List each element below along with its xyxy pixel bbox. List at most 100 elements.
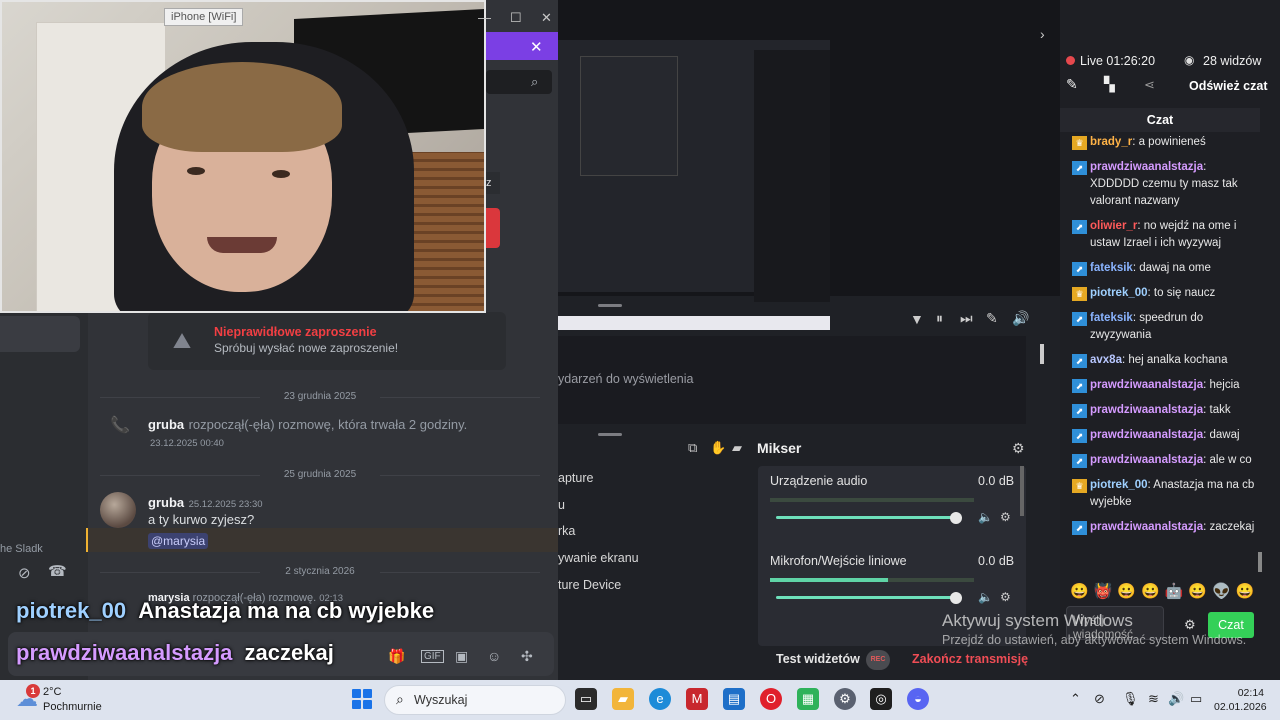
search-box[interactable] [486, 70, 552, 94]
rec-badge[interactable]: REC [866, 650, 890, 670]
chat-username[interactable]: prawdziwaanalstazja [1090, 521, 1203, 533]
mention-text[interactable]: @marysia [148, 533, 209, 549]
gear-icon[interactable]: ⚙ [1012, 440, 1025, 457]
chat-username[interactable]: fateksik [1090, 312, 1133, 324]
folder-icon[interactable]: ▰ [732, 440, 742, 456]
partial-button[interactable]: z [486, 172, 500, 194]
source-item[interactable]: apture [558, 471, 593, 485]
chat-username[interactable]: piotrek_00 [1090, 287, 1148, 299]
microphone-icon[interactable]: 🎙 [1122, 691, 1139, 707]
avatar[interactable] [100, 492, 136, 528]
message-author[interactable]: gruba [148, 495, 184, 510]
discord-window: he Sladk ⊘ ☎ ✕ ⌕ z ⛰ Nieprawidłowe zapro… [0, 0, 558, 680]
chat-username[interactable]: oliwier_r [1090, 220, 1137, 232]
volume-icon[interactable]: 🔊 [1168, 691, 1184, 707]
chat-username[interactable]: prawdziwaanalstazja [1090, 404, 1203, 416]
close-icon[interactable]: ✕ [541, 10, 552, 26]
search-placeholder[interactable]: Wyszukaj [414, 693, 467, 707]
mention[interactable]: @marysia [148, 532, 209, 550]
game-app-icon[interactable]: ▦ [797, 688, 819, 710]
minimize-icon[interactable]: — [478, 10, 491, 25]
crown-badge-icon: ♛ [1072, 479, 1087, 493]
search-icon[interactable]: ⌕ [531, 74, 538, 90]
speaker-icon[interactable]: 🔈 [978, 590, 993, 604]
chat-username[interactable]: prawdziwaanalstazja [1090, 161, 1203, 173]
scrollbar[interactable] [1258, 552, 1262, 572]
gif-icon[interactable]: GIF [421, 650, 444, 663]
antivirus-icon[interactable]: M [686, 688, 708, 710]
share-icon[interactable]: ⋖ [1144, 77, 1155, 93]
gift-icon[interactable]: 🎁 [388, 648, 405, 665]
emote-bar[interactable]: 😀👹😀😀🤖😀👽😀 [1070, 582, 1262, 602]
weather-temperature[interactable]: 2°C [43, 686, 61, 698]
file-explorer-icon[interactable]: ▰ [612, 688, 634, 710]
chevron-right-icon[interactable]: › [1040, 26, 1045, 42]
store-icon[interactable]: ▤ [723, 688, 745, 710]
pencil-icon[interactable]: ✎ [1066, 76, 1078, 93]
scrollbar[interactable] [1040, 344, 1044, 364]
gear-icon[interactable]: ⚙ [1000, 510, 1011, 524]
edge-icon[interactable]: e [649, 688, 671, 710]
chat-username[interactable]: avx8a [1090, 354, 1122, 366]
network-off-icon[interactable]: ⊘ [1094, 691, 1105, 707]
volume-slider-handle[interactable] [950, 592, 962, 604]
mute-notifications-icon[interactable]: ✎ [986, 310, 998, 327]
weather-condition[interactable]: Pochmurnie [43, 701, 102, 713]
popout-icon[interactable]: ⧉ [688, 440, 697, 456]
close-icon[interactable]: ✕ [530, 38, 543, 56]
sticker-icon[interactable]: ▣ [455, 648, 468, 665]
chat-username[interactable]: prawdziwaanalstazja [1090, 379, 1203, 391]
mute-icon[interactable]: ⊘ [18, 564, 31, 582]
refresh-chat-button[interactable]: Odśwież czat [1189, 79, 1268, 93]
emoji-icon[interactable]: ☺ [487, 648, 501, 664]
volume-icon[interactable]: 🔊 [1012, 310, 1029, 327]
source-item[interactable]: ture Device [558, 578, 621, 592]
source-item[interactable]: u [558, 498, 565, 512]
hand-icon[interactable]: ✋ [710, 440, 726, 456]
battery-icon[interactable]: ▭ [1190, 691, 1202, 707]
splitter-handle[interactable] [598, 433, 622, 436]
clock[interactable]: 02:14 02.01.2026 [1214, 686, 1267, 714]
chat-username[interactable]: prawdziwaanalstazja [1090, 429, 1203, 441]
volume-slider[interactable] [776, 596, 958, 599]
overlay-text: zaczekaj [244, 640, 334, 665]
task-view-icon[interactable]: ▭ [575, 688, 597, 710]
filter-icon[interactable]: ▼ [910, 311, 924, 327]
source-item[interactable]: rka [558, 524, 575, 538]
start-button[interactable] [352, 689, 372, 709]
chat-username[interactable]: piotrek_00 [1090, 479, 1148, 491]
scrollbar[interactable] [1020, 466, 1024, 516]
taskbar-search[interactable] [384, 685, 566, 715]
gear-icon[interactable]: ⚙ [1000, 590, 1011, 604]
settings-icon[interactable]: ⚙ [834, 688, 856, 710]
obs-icon[interactable]: ◎ [870, 688, 892, 710]
volume-slider[interactable] [776, 516, 958, 519]
chat-message: ⬈ prawdziwaanalstazja: XDDDDD czemu ty ma… [1060, 159, 1256, 210]
date: 02.01.2026 [1214, 701, 1267, 713]
wifi-icon[interactable]: ≋ [1148, 691, 1159, 707]
sidebar-selected-item[interactable] [0, 316, 80, 352]
gear-icon[interactable]: ⚙ [1184, 617, 1196, 633]
disconnect-icon[interactable]: ☎ [48, 562, 67, 580]
chat-username[interactable]: brady_r [1090, 136, 1132, 148]
chevron-up-icon[interactable]: ⌃ [1070, 691, 1081, 707]
splitter-handle[interactable] [598, 304, 622, 307]
tab-chat[interactable]: Czat [1060, 108, 1260, 132]
speaker-icon[interactable]: 🔈 [978, 510, 993, 524]
discord-icon[interactable]: ◒ [907, 688, 929, 710]
chat-username[interactable]: fateksik [1090, 262, 1133, 274]
chat-username[interactable]: prawdziwaanalstazja [1090, 454, 1203, 466]
skip-icon[interactable]: ⏭ [960, 310, 973, 327]
volume-slider-handle[interactable] [950, 512, 962, 524]
end-stream-button[interactable]: Zakończ transmisję [912, 652, 1028, 666]
partial-red-button[interactable] [486, 208, 500, 248]
chat-settings-icon[interactable]: ▚ [1104, 76, 1115, 93]
source-item[interactable]: ywanie ekranu [558, 551, 639, 565]
maximize-icon[interactable]: ☐ [510, 10, 522, 26]
pause-icon[interactable]: ⏸ [936, 310, 943, 327]
opera-icon[interactable]: O [760, 688, 782, 710]
camera-source-label[interactable]: iPhone [WiFi] [164, 8, 244, 26]
test-widgets-button[interactable]: Test widżetów [776, 652, 860, 666]
apps-icon[interactable]: ✣ [521, 648, 533, 665]
call-user[interactable]: gruba [148, 417, 184, 432]
